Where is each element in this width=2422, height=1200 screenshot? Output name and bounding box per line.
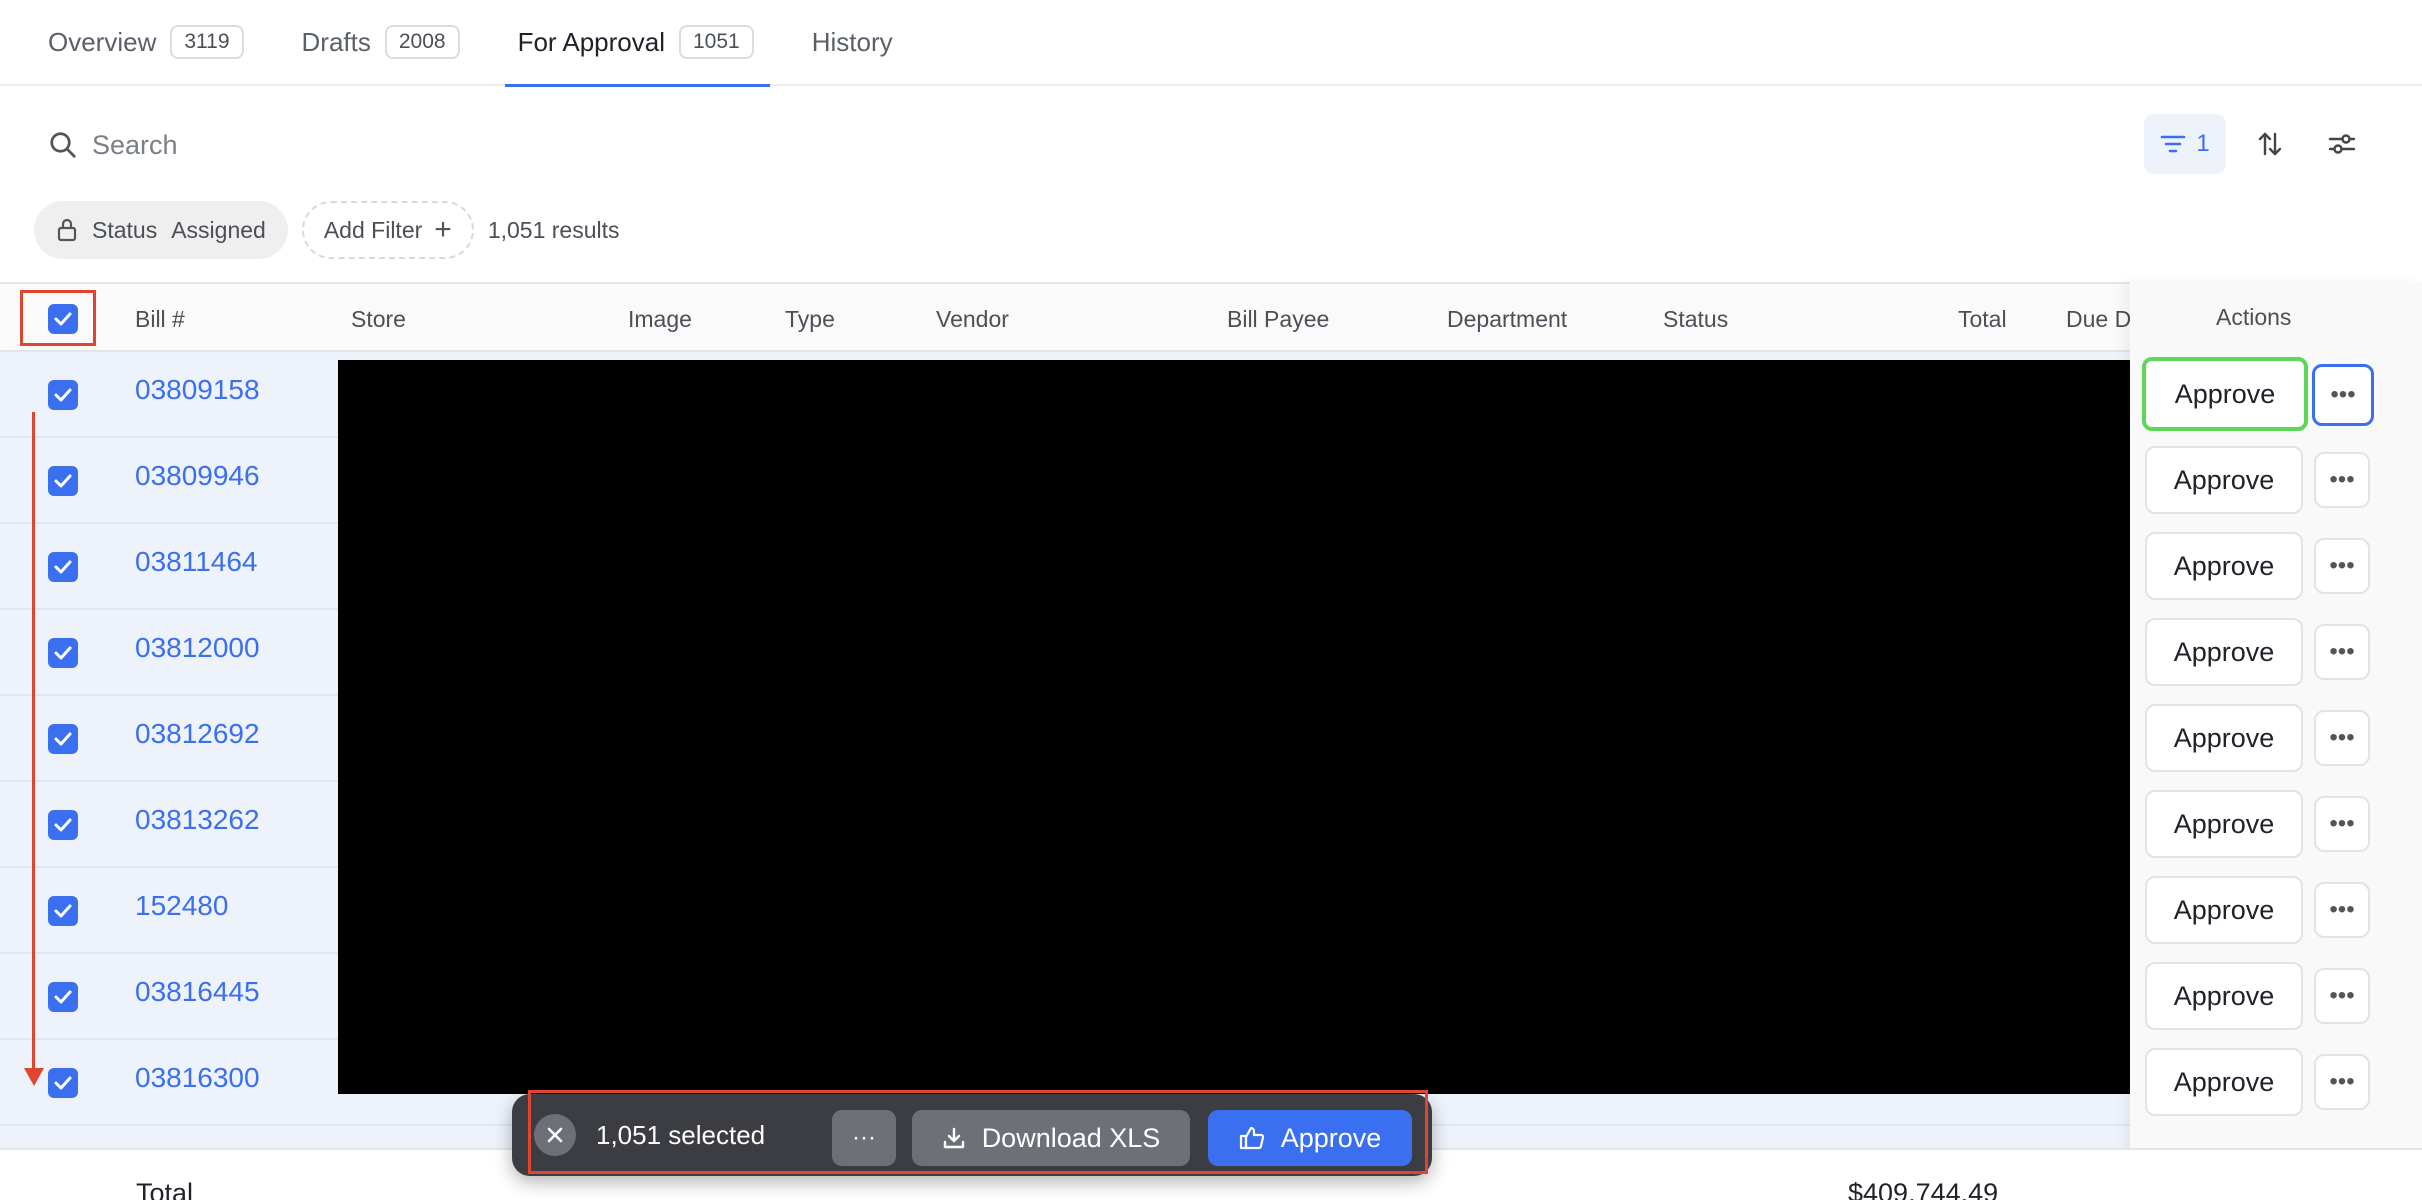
approve-button[interactable]: Approve bbox=[2145, 618, 2303, 686]
results-count: 1,051 results bbox=[487, 216, 620, 243]
tab-label: For Approval bbox=[517, 26, 665, 57]
filter-icon bbox=[2161, 135, 2186, 153]
column-header-store[interactable]: Store bbox=[351, 306, 406, 333]
selection-arrow bbox=[32, 412, 35, 1072]
column-header-bill-payee[interactable]: Bill Payee bbox=[1227, 306, 1329, 333]
approve-button[interactable]: Approve bbox=[2145, 704, 2303, 772]
more-options-button[interactable]: ••• bbox=[2314, 968, 2370, 1024]
row-action-group: Approve ••• bbox=[0, 352, 2422, 438]
tab-bar: Overview 3119 Drafts 2008 For Approval 1… bbox=[0, 0, 2422, 87]
tab-drafts[interactable]: Drafts 2008 bbox=[302, 0, 460, 85]
approve-button[interactable]: Approve bbox=[2145, 790, 2303, 858]
approve-button[interactable]: Approve bbox=[2145, 446, 2303, 514]
more-options-button[interactable]: ••• bbox=[2312, 364, 2374, 426]
column-header-bill[interactable]: Bill # bbox=[135, 306, 185, 333]
column-header-vendor[interactable]: Vendor bbox=[936, 306, 1009, 333]
more-options-button[interactable]: ••• bbox=[2314, 538, 2370, 594]
search-toolbar: 1 bbox=[0, 112, 2422, 176]
selection-arrow-head bbox=[24, 1068, 44, 1086]
status-filter-chip[interactable]: Status Assigned bbox=[34, 201, 288, 259]
column-header-due-date[interactable]: Due D bbox=[2066, 306, 2131, 333]
chip-label: Status bbox=[92, 216, 158, 243]
tab-label: Drafts bbox=[301, 26, 371, 57]
column-header-department[interactable]: Department bbox=[1447, 306, 1567, 333]
tab-count-badge: 3119 bbox=[170, 25, 244, 59]
total-label: Total bbox=[136, 1178, 194, 1200]
more-options-button[interactable]: ••• bbox=[2314, 796, 2370, 852]
tab-overview[interactable]: Overview 3119 bbox=[48, 0, 244, 85]
column-header-type[interactable]: Type bbox=[785, 306, 835, 333]
filter-count: 1 bbox=[2196, 130, 2210, 157]
row-action-group: Approve ••• bbox=[0, 438, 2422, 524]
search-icon bbox=[50, 132, 76, 158]
tab-label: Overview bbox=[48, 26, 157, 57]
total-value: $409,744.49 bbox=[1848, 1178, 1999, 1200]
search-input[interactable] bbox=[92, 122, 1492, 168]
sort-icon bbox=[2258, 132, 2282, 156]
more-options-button[interactable]: ••• bbox=[2314, 1054, 2370, 1110]
approve-button[interactable]: Approve bbox=[2145, 962, 2303, 1030]
tab-label: History bbox=[811, 26, 893, 57]
sort-button[interactable] bbox=[2240, 114, 2300, 174]
sliders-icon bbox=[2328, 134, 2356, 154]
approve-button[interactable]: Approve bbox=[2145, 876, 2303, 944]
column-header-image[interactable]: Image bbox=[628, 306, 692, 333]
plus-icon: + bbox=[434, 213, 452, 246]
tab-history[interactable]: History bbox=[812, 0, 893, 85]
row-action-group: Approve ••• bbox=[0, 868, 2422, 954]
filter-chips: Status Assigned Add Filter + 1,051 resul… bbox=[34, 200, 620, 260]
chip-value: Assigned bbox=[171, 216, 266, 243]
row-action-group: Approve ••• bbox=[0, 696, 2422, 782]
add-filter-label: Add Filter bbox=[323, 216, 423, 243]
lock-icon bbox=[57, 218, 77, 242]
more-options-button[interactable]: ••• bbox=[2314, 624, 2370, 680]
approve-button[interactable]: Approve bbox=[2142, 357, 2308, 431]
column-header-status[interactable]: Status bbox=[1663, 306, 1728, 333]
bulk-bar-highlight bbox=[528, 1090, 1428, 1174]
tab-for-approval[interactable]: For Approval 1051 bbox=[504, 0, 770, 87]
tab-count-badge: 1051 bbox=[679, 25, 754, 59]
row-action-group: Approve ••• bbox=[0, 782, 2422, 868]
more-options-button[interactable]: ••• bbox=[2314, 710, 2370, 766]
tab-count-badge: 2008 bbox=[384, 25, 460, 59]
approve-button[interactable]: Approve bbox=[2145, 1048, 2303, 1116]
more-options-button[interactable]: ••• bbox=[2314, 452, 2370, 508]
approve-button[interactable]: Approve bbox=[2145, 532, 2303, 600]
column-header-actions: Actions bbox=[2216, 304, 2292, 330]
row-action-group: Approve ••• bbox=[0, 524, 2422, 610]
columns-settings-button[interactable] bbox=[2312, 114, 2372, 174]
filter-button[interactable]: 1 bbox=[2144, 114, 2226, 174]
table-header: Bill # Store Image Type Vendor Bill Paye… bbox=[0, 282, 2422, 352]
row-action-group: Approve ••• bbox=[0, 610, 2422, 696]
column-header-total[interactable]: Total bbox=[1958, 306, 2007, 333]
add-filter-button[interactable]: Add Filter + bbox=[301, 201, 474, 259]
row-action-group: Approve ••• bbox=[0, 954, 2422, 1040]
more-options-button[interactable]: ••• bbox=[2314, 882, 2370, 938]
select-all-highlight bbox=[20, 290, 96, 346]
